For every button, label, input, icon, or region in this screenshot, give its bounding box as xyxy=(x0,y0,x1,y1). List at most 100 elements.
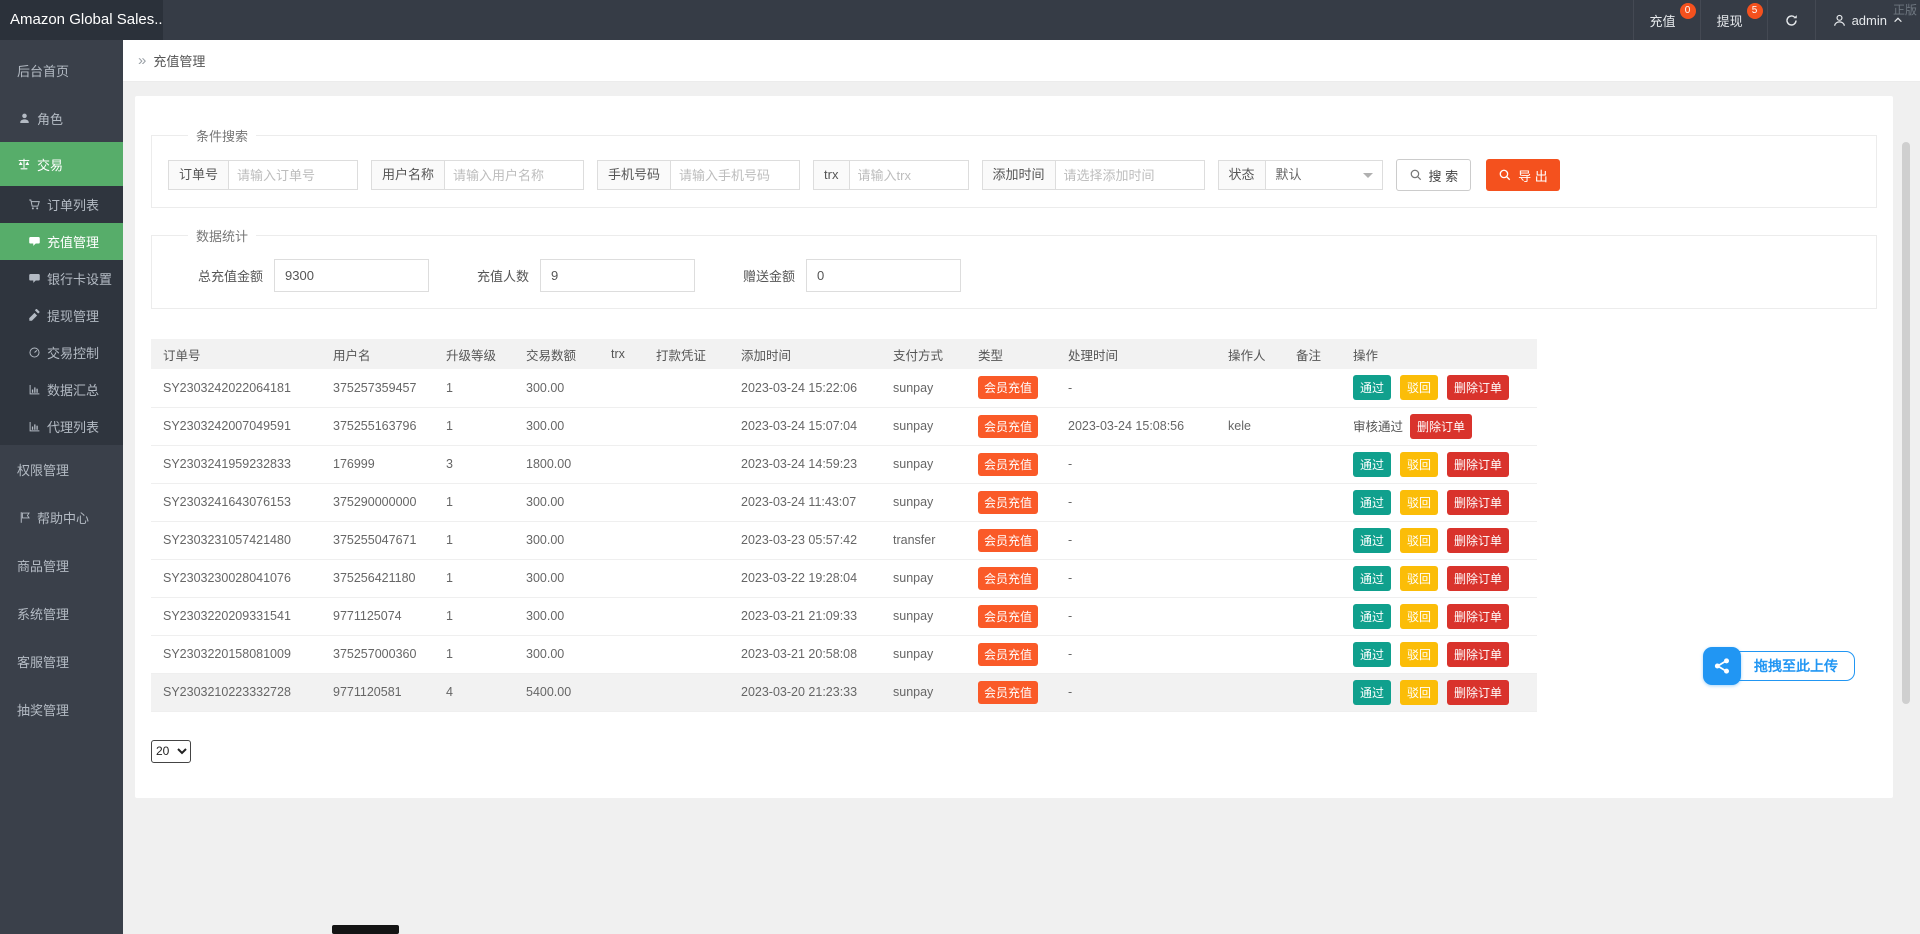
delete-button[interactable]: 删除订单 xyxy=(1447,490,1509,515)
sidebar-item-lottery[interactable]: 抽奖管理 xyxy=(0,685,123,733)
cell-level: 1 xyxy=(434,521,514,559)
reject-button[interactable]: 驳回 xyxy=(1400,452,1438,477)
bottom-black-bar xyxy=(332,925,399,934)
sidebar-item-goods[interactable]: 商品管理 xyxy=(0,541,123,589)
column-header: 备注 xyxy=(1284,339,1341,369)
approve-button[interactable]: 通过 xyxy=(1353,490,1391,515)
approve-button[interactable]: 通过 xyxy=(1353,642,1391,667)
delete-button[interactable]: 删除订单 xyxy=(1447,642,1509,667)
search-button[interactable]: 搜 索 xyxy=(1396,159,1472,191)
sidebar-item-trade-control[interactable]: 交易控制 xyxy=(0,334,123,371)
sidebar-item-bankcard[interactable]: 银行卡设置 xyxy=(0,260,123,297)
sidebar-item-permission[interactable]: 权限管理 xyxy=(0,445,123,493)
column-header: 添加时间 xyxy=(729,339,881,369)
delete-button[interactable]: 删除订单 xyxy=(1447,604,1509,629)
type-badge: 会员充值 xyxy=(978,415,1038,438)
sidebar-item-help[interactable]: 帮助中心 xyxy=(0,493,123,541)
cell-proof xyxy=(644,521,729,559)
sidebar-item-label: 订单列表 xyxy=(47,195,99,214)
reject-button[interactable]: 驳回 xyxy=(1400,680,1438,705)
sidebar-item-order-list[interactable]: 订单列表 xyxy=(0,186,123,223)
delete-button[interactable]: 删除订单 xyxy=(1447,680,1509,705)
reject-button[interactable]: 驳回 xyxy=(1400,566,1438,591)
export-button[interactable]: 导 出 xyxy=(1486,159,1560,191)
cell-level: 1 xyxy=(434,597,514,635)
sidebar-item-transaction[interactable]: 交易 xyxy=(0,142,123,186)
cell-type: 会员充值 xyxy=(966,673,1056,711)
reject-button[interactable]: 驳回 xyxy=(1400,604,1438,629)
sidebar-item-dashboard[interactable]: 后台首页 xyxy=(0,46,123,94)
app-logo: Amazon Global Sales... xyxy=(0,0,163,40)
reject-button[interactable]: 驳回 xyxy=(1400,528,1438,553)
delete-button[interactable]: 删除订单 xyxy=(1447,452,1509,477)
search-row: 订单号 用户名称 手机号码 trx xyxy=(168,159,1860,191)
delete-button[interactable]: 删除订单 xyxy=(1447,375,1509,400)
add-time-input[interactable] xyxy=(1055,160,1205,190)
refresh-button[interactable] xyxy=(1767,0,1815,40)
cell-order: SY2303242022064181 xyxy=(151,369,321,407)
delete-button[interactable]: 删除订单 xyxy=(1447,528,1509,553)
drag-upload-hint[interactable]: 拖拽至此上传 xyxy=(1703,647,1855,685)
reject-button[interactable]: 驳回 xyxy=(1400,642,1438,667)
order-no-field: 订单号 xyxy=(168,160,358,190)
scrollbar-thumb[interactable] xyxy=(1902,142,1910,704)
sidebar-item-label: 交易控制 xyxy=(47,343,99,362)
cell-level: 1 xyxy=(434,635,514,673)
order-no-input[interactable] xyxy=(228,160,358,190)
approve-button[interactable]: 通过 xyxy=(1353,452,1391,477)
recharge-notice-button[interactable]: 充值 0 xyxy=(1633,0,1700,40)
cell-actions: 通过驳回删除订单 xyxy=(1341,597,1537,635)
gift-amount-value[interactable] xyxy=(806,259,961,292)
user-name-label: 用户名称 xyxy=(371,160,444,190)
cell-order: SY2303230028041076 xyxy=(151,559,321,597)
sidebar-item-agent-list[interactable]: 代理列表 xyxy=(0,408,123,445)
cell-note xyxy=(1284,597,1341,635)
reject-button[interactable]: 驳回 xyxy=(1400,375,1438,400)
approve-button[interactable]: 通过 xyxy=(1353,604,1391,629)
recharge-count-value[interactable] xyxy=(540,259,695,292)
sidebar-item-label: 代理列表 xyxy=(47,417,99,436)
status-select[interactable]: 默认 xyxy=(1265,160,1383,190)
status-field: 状态 默认 xyxy=(1218,160,1383,190)
cell-user: 176999 xyxy=(321,445,434,483)
sidebar-item-role[interactable]: 角色 xyxy=(0,94,123,142)
cell-amount: 300.00 xyxy=(514,597,599,635)
delete-button[interactable]: 删除订单 xyxy=(1447,566,1509,591)
sidebar-item-recharge[interactable]: 充值管理 xyxy=(0,223,123,260)
cell-note xyxy=(1284,521,1341,559)
cell-type: 会员充值 xyxy=(966,597,1056,635)
comment-icon xyxy=(27,272,41,285)
cell-trx xyxy=(599,483,644,521)
order-no-label: 订单号 xyxy=(168,160,228,190)
cell-level: 1 xyxy=(434,483,514,521)
cell-processed: - xyxy=(1056,673,1216,711)
column-header: 操作 xyxy=(1341,339,1537,369)
approve-button[interactable]: 通过 xyxy=(1353,680,1391,705)
sidebar-item-service[interactable]: 客服管理 xyxy=(0,637,123,685)
cell-proof xyxy=(644,407,729,445)
table-row: SY23032420070495913752551637961300.00202… xyxy=(151,407,1537,445)
total-recharge-value[interactable] xyxy=(274,259,429,292)
bar-chart-icon xyxy=(27,420,41,433)
cell-operator xyxy=(1216,635,1284,673)
cell-pay: sunpay xyxy=(881,445,966,483)
sidebar-item-data-summary[interactable]: 数据汇总 xyxy=(0,371,123,408)
approve-button[interactable]: 通过 xyxy=(1353,528,1391,553)
cell-user: 375290000000 xyxy=(321,483,434,521)
delete-button[interactable]: 删除订单 xyxy=(1410,414,1472,439)
user-name-input[interactable] xyxy=(444,160,584,190)
approve-button[interactable]: 通过 xyxy=(1353,566,1391,591)
sidebar-item-withdraw[interactable]: 提现管理 xyxy=(0,297,123,334)
trx-input[interactable] xyxy=(849,160,969,190)
page-size-select[interactable]: 20 xyxy=(151,740,191,763)
sidebar-item-label: 交易 xyxy=(37,155,63,174)
phone-input[interactable] xyxy=(670,160,800,190)
withdraw-notice-button[interactable]: 提现 5 xyxy=(1700,0,1767,40)
cell-user: 9771120581 xyxy=(321,673,434,711)
approve-button[interactable]: 通过 xyxy=(1353,375,1391,400)
cell-level: 1 xyxy=(434,369,514,407)
cell-type: 会员充值 xyxy=(966,445,1056,483)
reject-button[interactable]: 驳回 xyxy=(1400,490,1438,515)
column-header: 处理时间 xyxy=(1056,339,1216,369)
sidebar-item-system[interactable]: 系统管理 xyxy=(0,589,123,637)
